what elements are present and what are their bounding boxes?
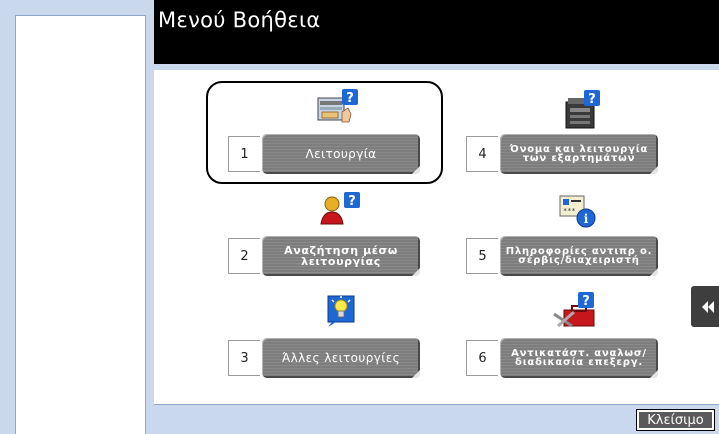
- close-button[interactable]: Κλείσιμο: [636, 409, 715, 431]
- button-corner-fold: [650, 370, 658, 378]
- title-bar: Μενού Βοήθεια: [154, 0, 719, 64]
- side-panel-toggle[interactable]: [691, 286, 719, 327]
- parts-names-label: Όνομα και λειτουργία των εξαρτημάτων: [509, 143, 649, 164]
- service-info-icon: *** i: [558, 194, 598, 234]
- svg-text:***: ***: [563, 207, 576, 215]
- service-info-label: Πληροφορίες αντιπρ ο. σέρβις/διαχειριστή: [505, 245, 653, 266]
- item-number: 6: [466, 340, 498, 376]
- parts-names-button[interactable]: Όνομα και λειτουργία των εξαρτημάτων: [500, 134, 658, 174]
- item-number: 2: [228, 238, 260, 274]
- footer-bar: Κλείσιμο: [154, 404, 719, 434]
- item-number: 4: [466, 136, 498, 172]
- left-panel: [0, 0, 154, 434]
- item-number: 3: [228, 340, 260, 376]
- parts-machine-icon: ?: [564, 88, 604, 134]
- service-info-button[interactable]: Πληροφορίες αντιπρ ο. σέρβις/διαχειριστή: [500, 236, 658, 276]
- other-functions-icon: [326, 294, 358, 332]
- item-number: 1: [228, 136, 260, 172]
- consumables-button[interactable]: Αντικατάστ. αναλωσ/ διαδικασία επεξεργ.: [500, 338, 658, 378]
- svg-text:?: ?: [588, 92, 596, 107]
- item-number: 5: [466, 238, 498, 274]
- svg-text:i: i: [584, 212, 589, 226]
- other-functions-label: Άλλες λειτουργίες: [281, 351, 401, 365]
- button-corner-fold: [412, 166, 420, 174]
- page-title: Μενού Βοήθεια: [158, 8, 321, 32]
- consumables-label: Αντικατάστ. αναλωσ/ διαδικασία επεξεργ.: [511, 347, 647, 368]
- button-corner-fold: [412, 268, 420, 276]
- button-corner-fold: [412, 370, 420, 378]
- search-by-function-label: Αναζήτηση μέσω λειτουργίας: [284, 244, 398, 268]
- search-by-function-button[interactable]: Αναζήτηση μέσω λειτουργίας: [262, 236, 420, 276]
- svg-text:?: ?: [348, 194, 356, 209]
- function-button[interactable]: Λειτουργία: [262, 134, 420, 174]
- function-button-label: Λειτουργία: [305, 147, 377, 161]
- search-by-function-icon: ?: [318, 190, 362, 230]
- other-functions-button[interactable]: Άλλες λειτουργίες: [262, 338, 420, 378]
- button-corner-fold: [650, 166, 658, 174]
- button-corner-fold: [650, 268, 658, 276]
- consumables-toolbox-icon: ?: [552, 290, 598, 336]
- svg-text:?: ?: [582, 294, 590, 309]
- left-panel-content: [15, 15, 146, 434]
- svg-text:?: ?: [346, 91, 354, 106]
- double-chevron-left-icon: [702, 301, 714, 313]
- function-help-icon: ?: [316, 88, 362, 134]
- close-button-label: Κλείσιμο: [639, 412, 712, 428]
